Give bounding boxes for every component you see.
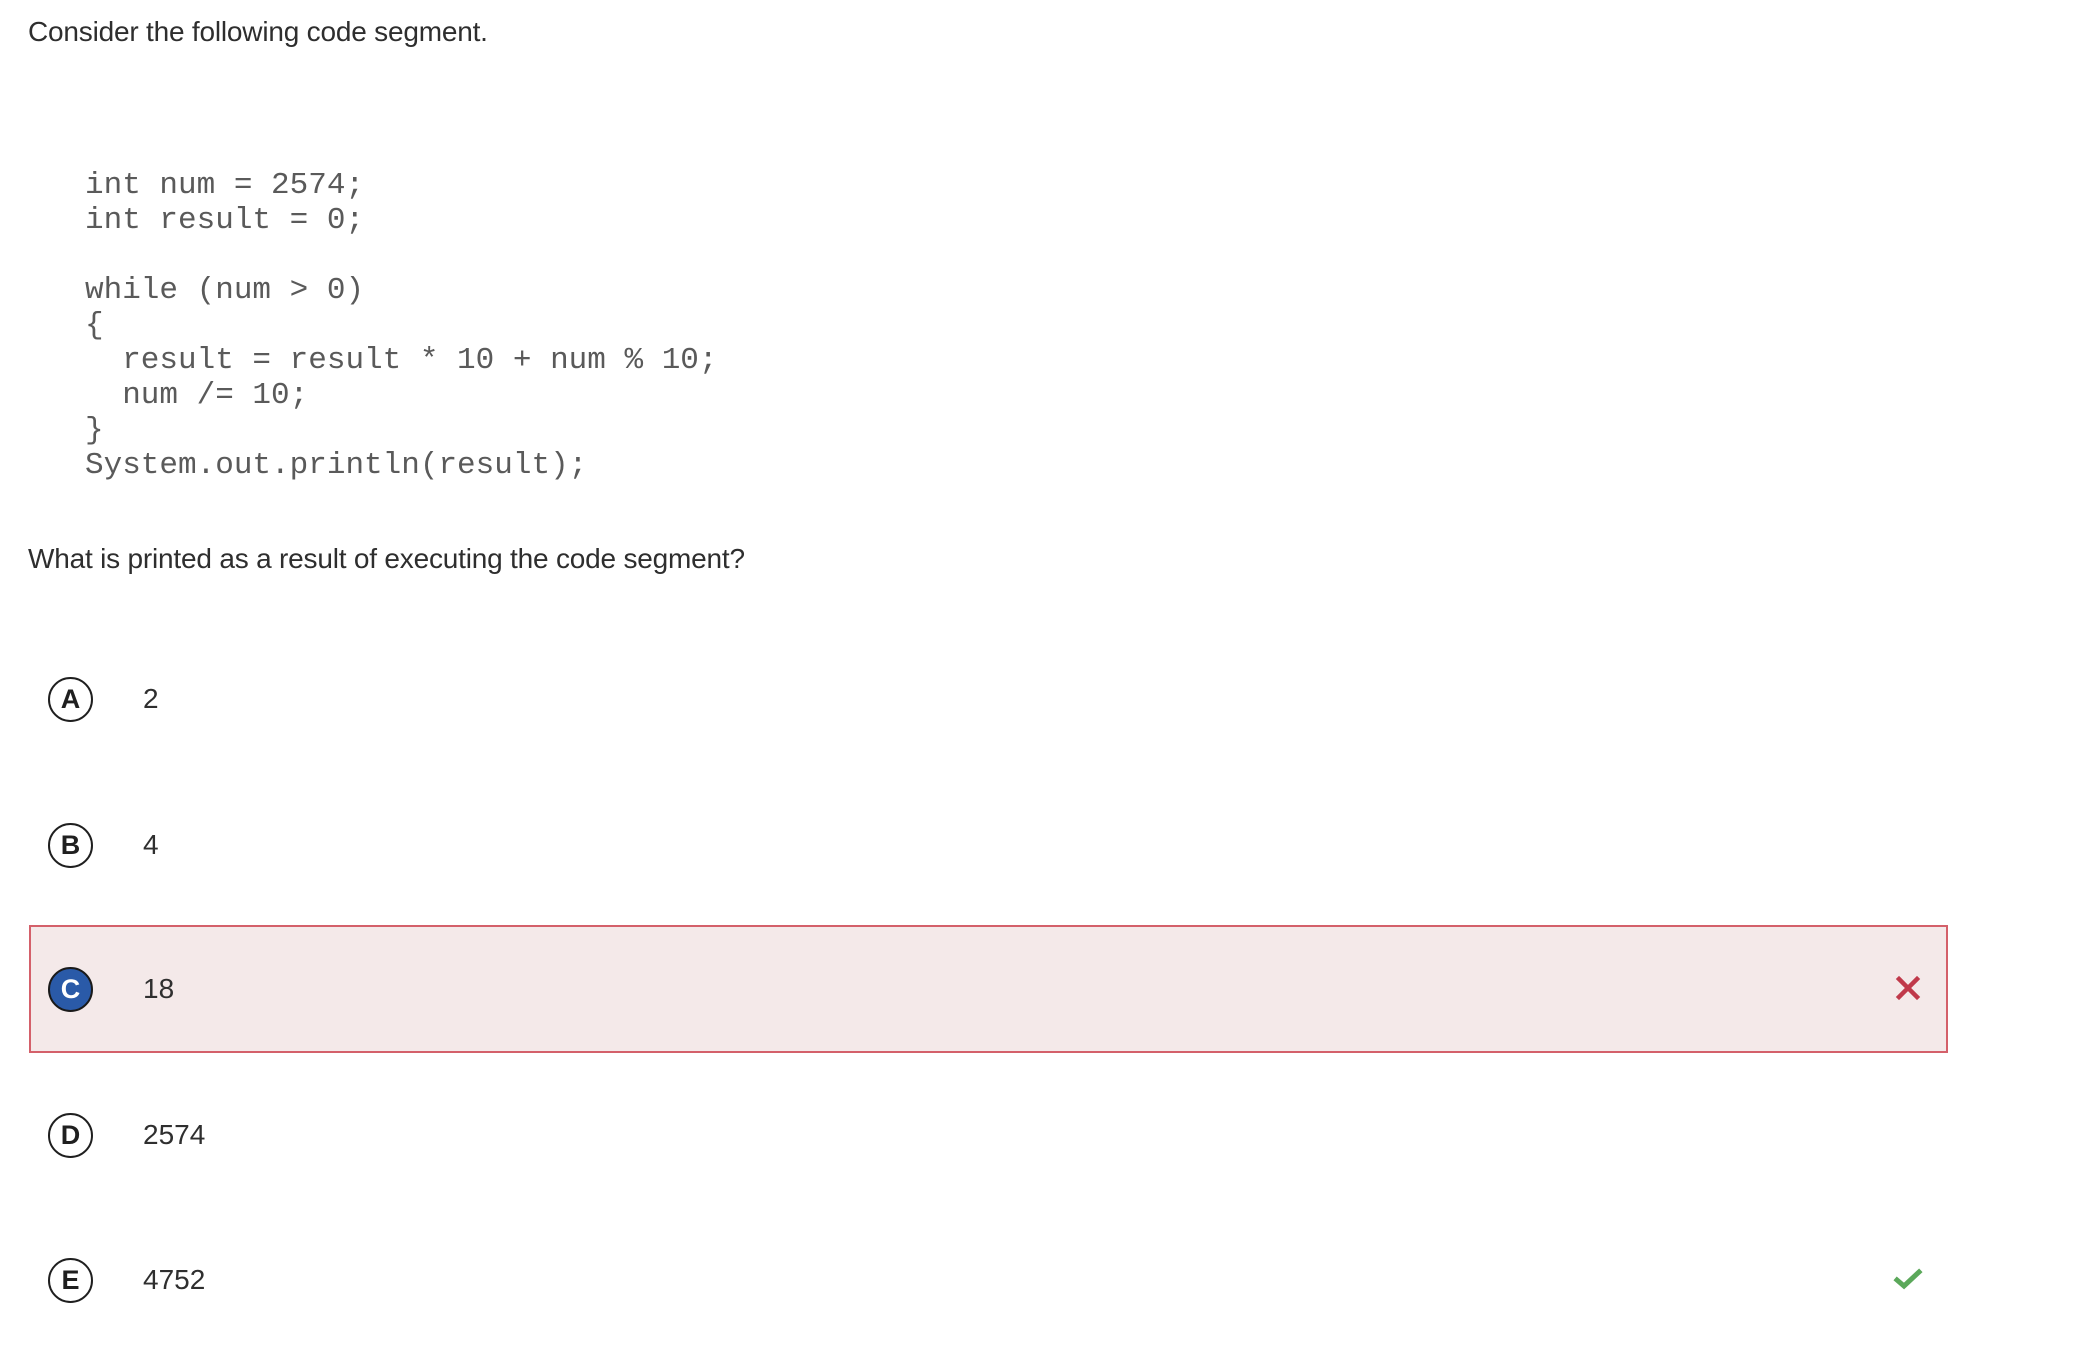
option-value: 2574: [143, 1119, 206, 1150]
option-letter-badge-selected: C: [48, 967, 93, 1012]
code-line: int num = 2574;: [85, 168, 365, 203]
question-intro: Consider the following code segment.: [28, 16, 488, 47]
code-line: result = result * 10 + num % 10;: [85, 343, 718, 378]
option-value: 18: [143, 973, 175, 1004]
x-icon: [1893, 973, 1923, 1003]
option-letter-badge: B: [48, 823, 93, 868]
option-value: 2: [143, 683, 159, 714]
x-icon-glyph: [1895, 975, 1921, 1001]
answer-option-a[interactable]: A 2: [29, 635, 1948, 763]
option-letter-badge: D: [48, 1113, 93, 1158]
code-segment: int num = 2574; int result = 0; while (num…: [85, 168, 718, 483]
answer-option-c[interactable]: C 18: [29, 925, 1948, 1053]
option-value: 4752: [143, 1264, 206, 1295]
answer-option-b[interactable]: B 4: [29, 781, 1948, 909]
check-icon-glyph: [1893, 1268, 1923, 1290]
code-line: int result = 0;: [85, 203, 365, 238]
code-line: while (num > 0): [85, 273, 365, 308]
option-letter-badge: A: [48, 677, 93, 722]
code-line: System.out.println(result);: [85, 448, 588, 483]
code-line: num /= 10;: [85, 378, 309, 413]
question-text: What is printed as a result of executing…: [28, 543, 745, 574]
option-letter-badge: E: [48, 1258, 93, 1303]
answer-option-e[interactable]: E 4752: [29, 1216, 1948, 1344]
answer-option-d[interactable]: D 2574: [29, 1071, 1948, 1199]
option-value: 4: [143, 829, 159, 860]
check-icon: [1893, 1264, 1923, 1294]
code-line: {: [85, 308, 104, 343]
code-line: }: [85, 413, 104, 448]
